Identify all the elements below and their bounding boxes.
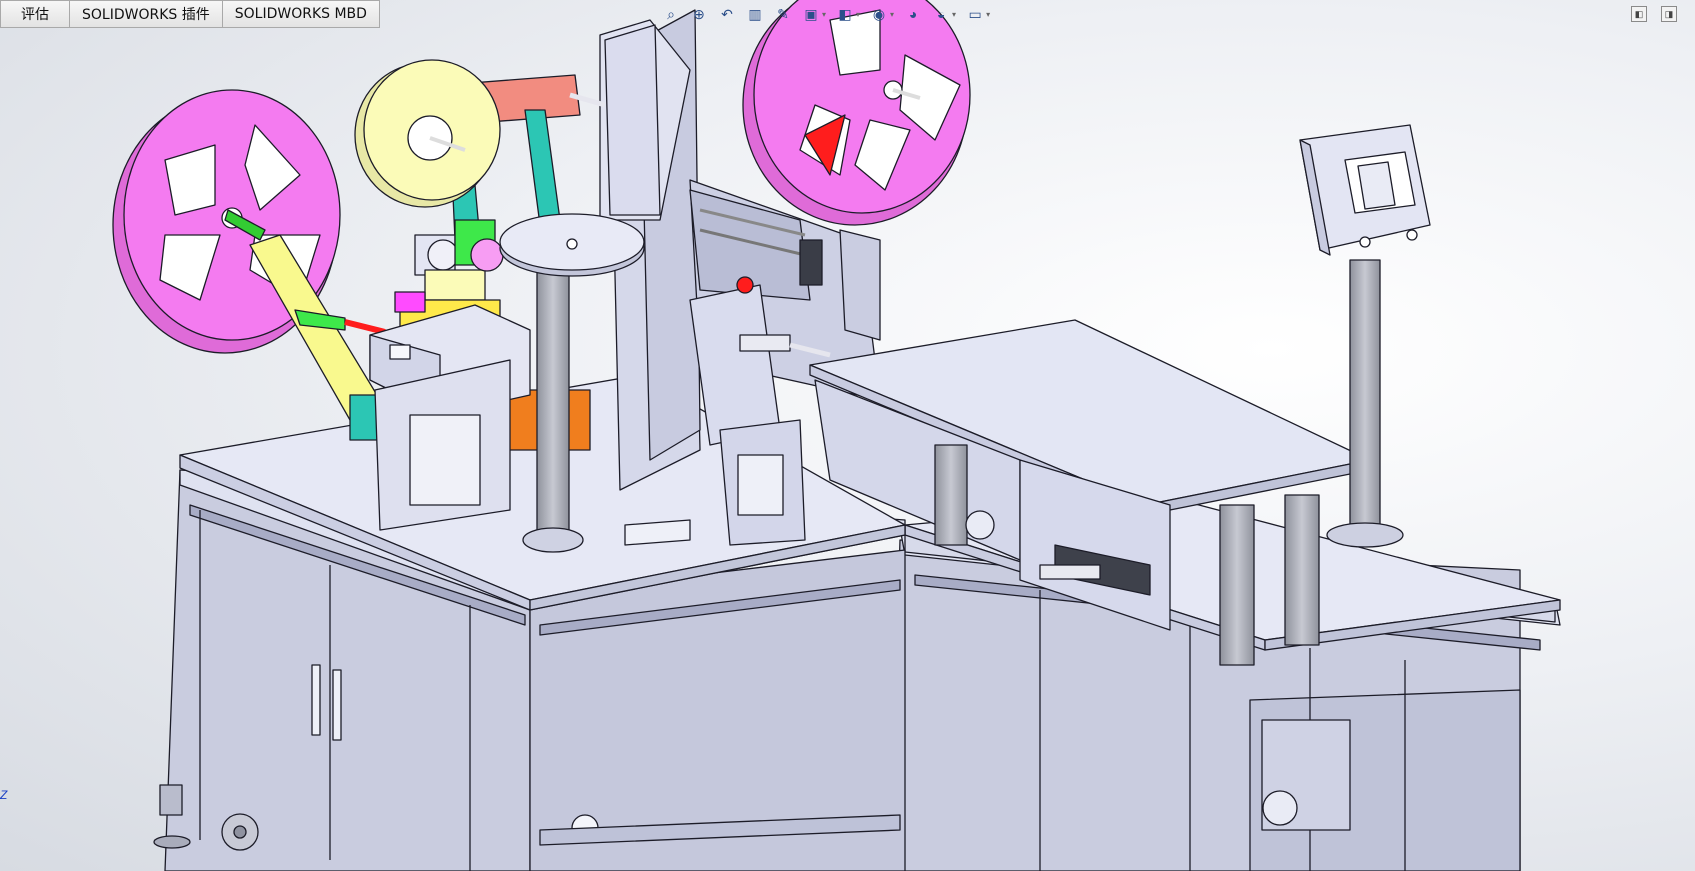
window-controls: ◧ ◨ <box>1631 6 1677 22</box>
triad-axis-label: Z <box>0 788 8 802</box>
display-style-icon[interactable]: ◧ <box>834 4 856 24</box>
chevron-down-icon[interactable]: ▾ <box>952 10 956 19</box>
chevron-down-icon[interactable]: ▾ <box>890 10 894 19</box>
apply-scene-icon[interactable]: ◒ <box>930 4 952 24</box>
previous-view-icon[interactable]: ↶ <box>716 4 738 24</box>
command-manager-tabs: 评估 SOLIDWORKS 插件 SOLIDWORKS MBD <box>0 0 380 28</box>
restore-icon[interactable]: ◧ <box>1631 6 1647 22</box>
view-settings-icon[interactable]: ▭ <box>964 4 986 24</box>
heads-up-view-toolbar: ⌕ ⊕ ↶ ▥ ✎ ▣ ▾ ◧ ▾ ◉ ▾ ◕ ◒ ▾ ▭ ▾ <box>660 4 992 24</box>
hide-show-icon[interactable]: ◉ <box>868 4 890 24</box>
tab-solidworks-addins[interactable]: SOLIDWORKS 插件 <box>70 0 223 28</box>
edit-appearance-icon[interactable]: ◕ <box>902 4 924 24</box>
graphics-area[interactable] <box>0 0 1695 871</box>
yellow-reel-assembly <box>354 59 606 241</box>
chevron-down-icon[interactable]: ▾ <box>856 10 860 19</box>
hmi-panel <box>1299 124 1431 548</box>
view-orientation-icon[interactable]: ▣ <box>800 4 822 24</box>
zoom-area-icon[interactable]: ⊕ <box>688 4 710 24</box>
chevron-down-icon[interactable]: ▾ <box>986 10 990 19</box>
zoom-to-fit-icon[interactable]: ⌕ <box>660 4 682 24</box>
chevron-down-icon[interactable]: ▾ <box>822 10 826 19</box>
tab-solidworks-mbd[interactable]: SOLIDWORKS MBD <box>222 0 380 28</box>
dynamic-annotation-icon[interactable]: ✎ <box>772 4 794 24</box>
tab-evaluate[interactable]: 评估 <box>0 0 70 28</box>
left-box-housing <box>369 304 531 531</box>
right-magenta-reel <box>742 0 971 226</box>
section-view-icon[interactable]: ▥ <box>744 4 766 24</box>
maximize-icon[interactable]: ◨ <box>1661 6 1677 22</box>
